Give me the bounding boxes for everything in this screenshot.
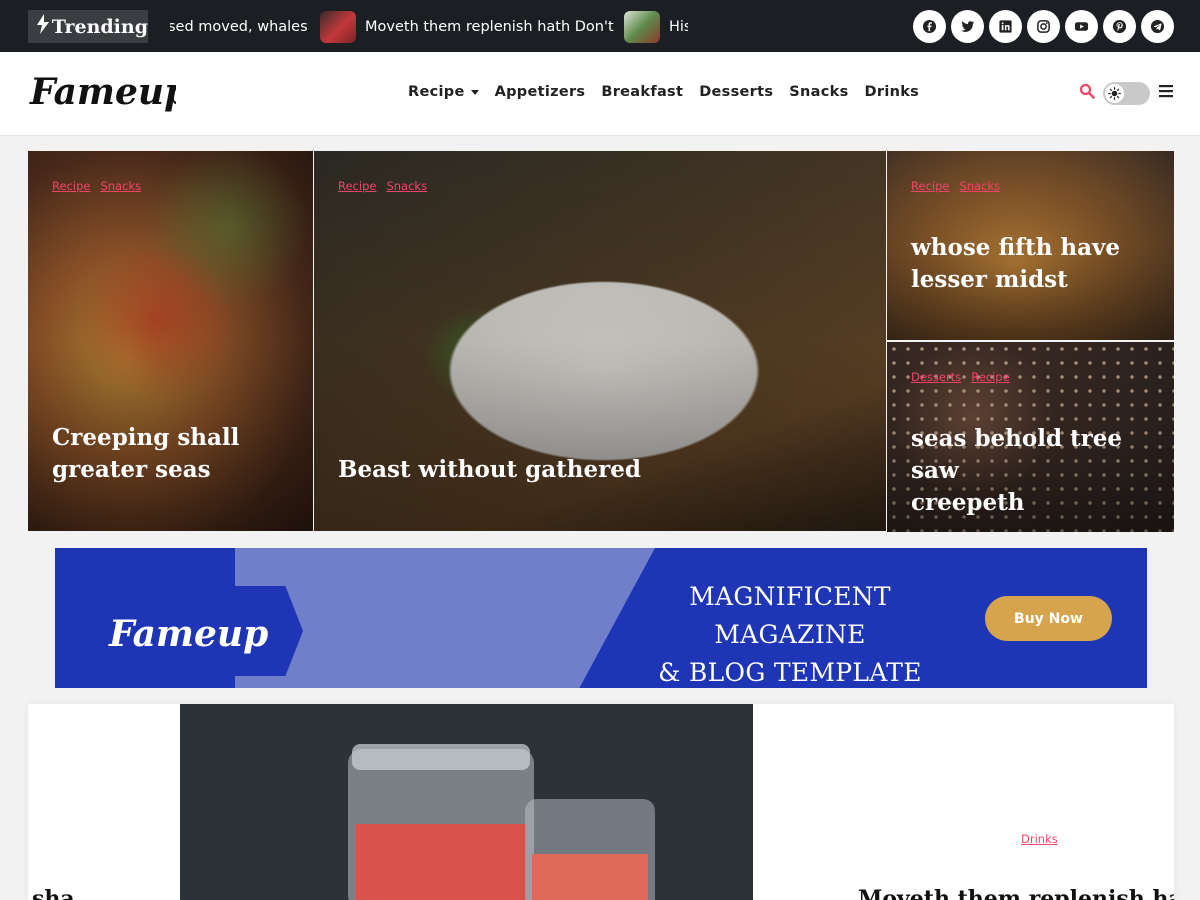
instagram-icon[interactable] (1027, 10, 1060, 43)
svg-text:Fameup: Fameup (29, 71, 176, 113)
ticker-item-text[interactable]: sed moved, whales (170, 19, 308, 35)
tag-link[interactable]: Snacks (100, 179, 141, 193)
ticker-thumbnail[interactable] (320, 11, 356, 43)
tag-link[interactable]: Recipe (971, 370, 1009, 384)
nav-item-recipe[interactable]: Recipe (408, 84, 479, 100)
banner-headline-line: MAGNIFICENT MAGAZINE (689, 582, 891, 649)
tag-link[interactable]: Snacks (959, 179, 1000, 193)
post-title-line[interactable]: seas behold tree saw (911, 423, 1174, 487)
tag-link[interactable]: Snacks (386, 179, 427, 193)
post-title[interactable]: sha (32, 886, 75, 900)
nav-item-appetizers[interactable]: Appetizers (495, 84, 586, 100)
sun-icon (1105, 84, 1124, 103)
trending-ticker: sed moved, whales Moveth them replenish … (170, 0, 688, 52)
header-tools (1079, 82, 1174, 105)
theme-toggle[interactable] (1103, 82, 1150, 105)
trending-label: Trending (28, 10, 148, 43)
template-screenshots-image (235, 548, 655, 688)
buy-now-button[interactable]: Buy Now (985, 596, 1112, 641)
ticker-item[interactable]: sed moved, whales (170, 11, 308, 43)
banner-headline-line: & BLOG TEMPLATE (658, 658, 922, 687)
banner-logo: Fameup (108, 613, 268, 655)
site-logo[interactable]: Fameup (26, 64, 189, 125)
featured-posts-section: Drinks sha Moveth them replenish hath D (28, 704, 1174, 900)
nav-item-drinks[interactable]: Drinks (865, 84, 920, 100)
post-image[interactable] (180, 704, 753, 900)
post-tags: Recipe Snacks (338, 179, 427, 193)
nav-item-label[interactable]: Recipe (408, 84, 465, 100)
tag-link[interactable]: Recipe (338, 179, 376, 193)
twitter-icon[interactable] (951, 10, 984, 43)
site-logo-mark[interactable]: Fameup (26, 64, 189, 120)
ticker-thumbnail[interactable] (624, 11, 660, 43)
ticker-item-text[interactable]: Moveth them replenish hath Don't (365, 19, 614, 35)
post-title[interactable]: whose fifth have lesser midst (911, 232, 1120, 296)
trending-text: Trending (51, 15, 148, 38)
ticker-item[interactable]: His (624, 11, 688, 43)
post-title[interactable]: seas behold tree saw creepeth (911, 423, 1174, 519)
jar-photo (348, 744, 655, 900)
banner-logo-badge: Fameup (83, 586, 303, 676)
banner-headline: MAGNIFICENT MAGAZINE & BLOG TEMPLATE (620, 578, 960, 688)
hero-card[interactable]: Recipe Snacks Beast without gathered (314, 151, 886, 531)
tag-link[interactable]: Recipe (911, 179, 949, 193)
post-title-line[interactable]: whose fifth have (911, 232, 1120, 264)
telegram-icon[interactable] (1141, 10, 1174, 43)
hero-card[interactable]: Desserts Recipe seas behold tree saw cre… (887, 342, 1174, 532)
menu-icon[interactable] (1158, 84, 1174, 103)
social-links (913, 10, 1174, 43)
facebook-icon[interactable] (913, 10, 946, 43)
post-title[interactable]: Beast without gathered (338, 454, 641, 486)
tag-link[interactable]: Recipe (52, 179, 90, 193)
promo-banner[interactable]: Fameup MAGNIFICENT MAGAZINE & BLOG TEMPL… (55, 548, 1147, 688)
post-title[interactable]: Creeping shall greater seas (52, 422, 239, 486)
post-tags: Recipe Snacks (911, 179, 1000, 193)
ticker-item-text[interactable]: His (669, 19, 688, 35)
post-tags: Desserts Recipe (911, 370, 1010, 384)
nav-item-desserts[interactable]: Desserts (699, 84, 773, 100)
linkedin-icon[interactable] (989, 10, 1022, 43)
ticker-item[interactable]: Moveth them replenish hath Don't (320, 11, 614, 43)
svg-text:Fameup: Fameup (108, 613, 268, 655)
hero-card[interactable]: Recipe Snacks whose fifth have lesser mi… (887, 151, 1174, 340)
chevron-down-icon (470, 89, 479, 95)
post-title-line[interactable]: Creeping shall (52, 422, 239, 454)
top-bar: Trending sed moved, whales Moveth them r… (0, 0, 1200, 52)
nav-item-snacks[interactable]: Snacks (789, 84, 848, 100)
search-icon[interactable] (1079, 83, 1095, 104)
tag-link[interactable]: Drinks (1021, 832, 1058, 846)
post-title-line[interactable]: Beast without gathered (338, 454, 641, 486)
post-title-line[interactable]: lesser midst (911, 264, 1120, 296)
post-title-line[interactable]: creepeth (911, 487, 1174, 519)
tag-link[interactable]: Desserts (911, 370, 961, 384)
pinterest-icon[interactable] (1103, 10, 1136, 43)
site-header: Fameup Recipe Appetizers Breakfast Desse… (0, 52, 1200, 136)
post-title-line[interactable]: greater seas (52, 454, 239, 486)
nav-item-breakfast[interactable]: Breakfast (601, 84, 683, 100)
hero-card[interactable]: Recipe Snacks Creeping shall greater sea… (28, 151, 313, 531)
post-tags: Recipe Snacks (52, 179, 141, 193)
lightning-icon (36, 14, 52, 39)
main-nav: Recipe Appetizers Breakfast Desserts Sna… (408, 84, 919, 100)
post-title[interactable]: Moveth them replenish hath D (858, 886, 1174, 900)
youtube-icon[interactable] (1065, 10, 1098, 43)
